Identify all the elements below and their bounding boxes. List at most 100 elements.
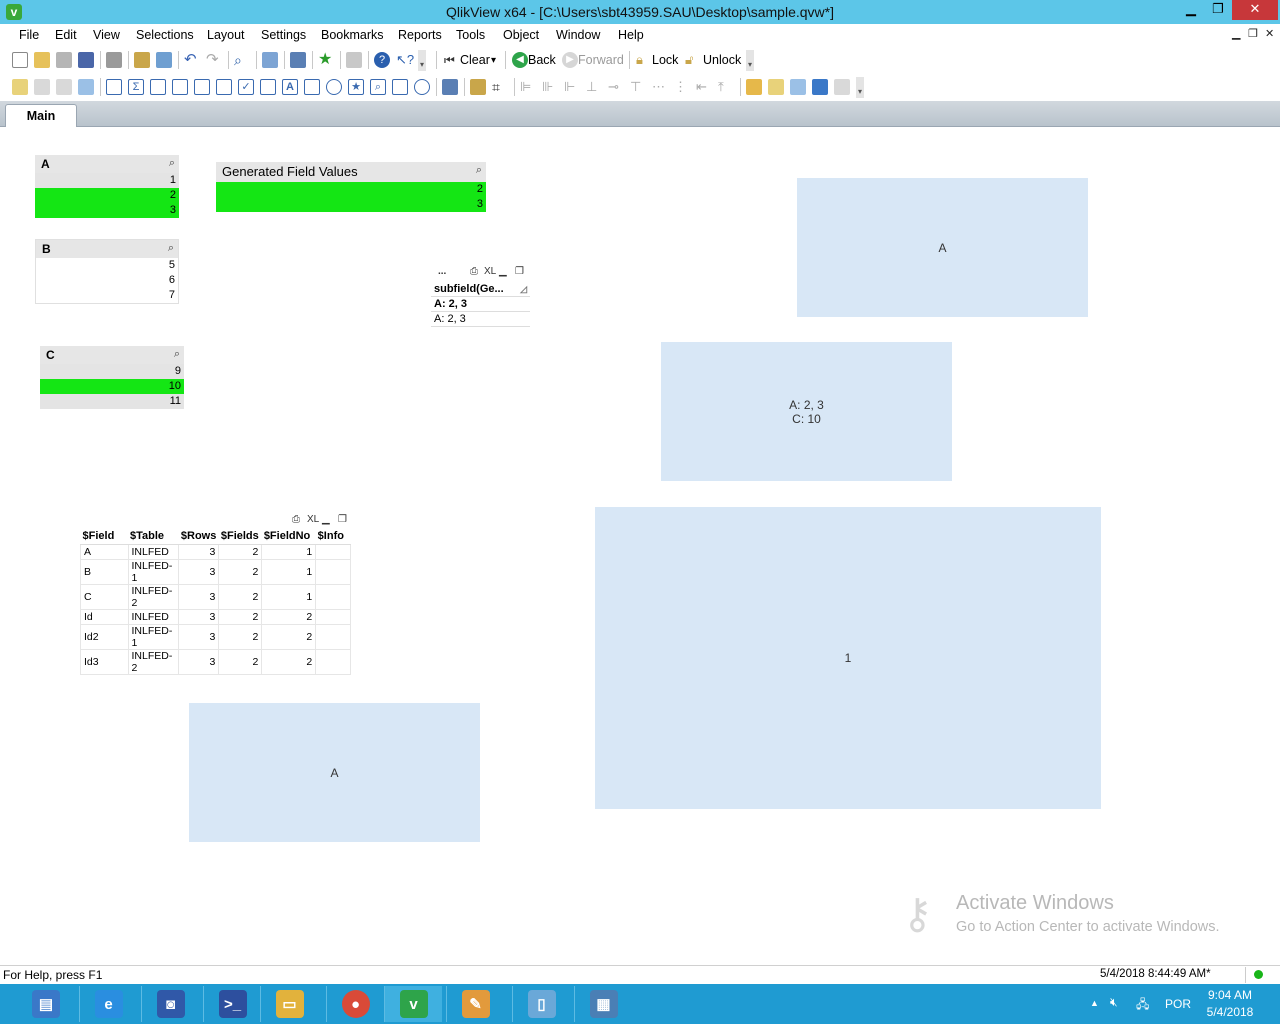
new-document-icon[interactable] [12,52,28,68]
edit-expression-icon[interactable] [790,79,806,95]
menu-bookmarks[interactable]: Bookmarks [321,28,384,42]
search-icon[interactable]: ⌕ [169,157,175,170]
align-bottom-icon[interactable]: ⊥ [586,79,602,95]
clock-time[interactable]: 9:04 AM [1195,988,1265,1002]
text-object-top-right[interactable]: A [797,178,1088,317]
subfield-table[interactable]: ... ⎙ XL ▁ ❐ subfield(Ge... ◿ A: 2, 3 A:… [431,264,530,330]
list-item[interactable]: 5 [36,258,178,273]
taskbar-server-manager[interactable]: ▤ [17,986,75,1022]
language-indicator[interactable]: POR [1165,997,1191,1011]
send-to-excel-button[interactable]: XL [307,514,319,525]
taskbar-task-manager[interactable]: ▦ [574,986,632,1022]
align-right-icon[interactable]: ⊩ [564,79,580,95]
multibox-tool-icon[interactable] [150,79,166,95]
maximize-button[interactable]: ❐ [1205,0,1231,20]
listbox-b[interactable]: B ⌕ 5 6 7 [35,239,179,304]
taskbar-remote-desktop[interactable]: ◙ [141,986,199,1022]
menu-layout[interactable]: Layout [207,28,245,42]
reload-icon[interactable] [56,52,72,68]
minimize-button[interactable]: ▁ [1178,0,1204,20]
list-item[interactable]: 3 [35,203,179,218]
edit-module-icon[interactable] [746,79,762,95]
list-item[interactable]: 7 [36,288,178,303]
table-cell[interactable] [315,558,351,585]
table-row[interactable]: C INLFED-2 3 2 1 [80,583,351,610]
close-button[interactable]: ✕ [1232,0,1278,20]
minimize-icon[interactable]: ▁ [322,514,330,525]
toolbar-overflow-grip[interactable]: ▾ [746,50,754,71]
document-minimize-button[interactable]: ▁ [1232,27,1240,40]
table-row[interactable]: Id3 INLFED-2 3 2 2 [80,648,351,675]
slider-tool-icon[interactable] [326,79,342,95]
maximize-icon[interactable]: ❐ [515,266,524,277]
space-horizontal-icon[interactable]: ⋯ [652,79,668,95]
text-object-tool-icon[interactable]: A [282,79,298,95]
report-editor-icon[interactable] [834,79,850,95]
chart-wizard-icon[interactable] [290,52,306,68]
listbox-tool-icon[interactable] [106,79,122,95]
print-icon[interactable] [106,52,122,68]
list-item[interactable]: 6 [36,273,178,288]
align-top-icon[interactable]: ⊤ [630,79,646,95]
line-arrow-tool-icon[interactable] [304,79,320,95]
toolbar-overflow-grip[interactable]: ▾ [856,77,864,98]
tray-overflow-chevron-icon[interactable]: ▲ [1090,998,1099,1008]
adjust-top-icon[interactable]: ⤒ [718,79,734,95]
align-left-icon[interactable]: ⊫ [520,79,536,95]
properties-icon[interactable] [346,52,362,68]
table-cell[interactable] [315,543,351,560]
open-folder-icon[interactable] [34,52,50,68]
save-icon[interactable] [78,52,94,68]
search-icon[interactable]: ⌕ [234,52,250,68]
menu-window[interactable]: Window [556,28,600,42]
toolbar-overflow-grip[interactable]: ▾ [418,50,426,71]
table-cell[interactable]: INLFED-2 [127,583,180,610]
menu-file[interactable]: File [19,28,39,42]
search-icon[interactable]: ⌕ [476,164,482,177]
menu-settings[interactable]: Settings [261,28,306,42]
table-cell[interactable]: INLFED-2 [127,648,180,675]
forward-button[interactable]: Forward [578,53,624,67]
search-object-tool-icon[interactable]: ⌕ [370,79,386,95]
table-cell[interactable]: INLFED [127,608,180,625]
sheet-properties-icon[interactable] [78,79,94,95]
table-cell[interactable]: 1 [261,558,317,585]
current-selections-icon[interactable] [262,52,278,68]
redo-icon[interactable]: ↷ [206,52,222,68]
reload-data-icon[interactable] [156,52,172,68]
table-row[interactable]: B INLFED-1 3 2 1 [80,558,351,585]
lock-button[interactable]: Lock [652,53,678,67]
table-cell[interactable]: 2 [261,648,317,675]
statistics-box-tool-icon[interactable]: Σ [128,79,144,95]
align-center-icon[interactable]: ⊪ [542,79,558,95]
taskbar-qlikview[interactable]: v [384,986,442,1022]
taskbar-powershell[interactable]: >_ [203,986,261,1022]
listbox-caption[interactable]: B ⌕ [36,240,178,258]
chart-wizard-icon[interactable] [442,79,458,95]
sheet-right-icon[interactable] [56,79,72,95]
chart-tool-icon[interactable] [194,79,210,95]
maximize-icon[interactable]: ❐ [338,514,347,525]
input-box-tool-icon[interactable] [216,79,232,95]
table-row[interactable]: Id INLFED 3 2 2 [80,608,351,625]
layout-grid-icon[interactable]: ⌗ [492,79,508,95]
clear-dropdown-chevron-icon[interactable]: ▾ [491,55,496,66]
taskbar-file-explorer[interactable]: ▭ [260,986,318,1022]
send-to-excel-button[interactable]: XL [484,266,496,277]
text-object-selections[interactable]: A: 2, 3 C: 10 [661,342,952,481]
back-button[interactable]: Back [528,53,556,67]
sheet-left-icon[interactable] [34,79,50,95]
menu-view[interactable]: View [93,28,120,42]
document-close-button[interactable]: ✕ [1265,27,1274,40]
listbox-a[interactable]: A ⌕ 1 2 3 [35,155,179,218]
listbox-caption[interactable]: C ⌕ [40,346,184,364]
object-menu-button[interactable]: ... [438,266,446,277]
undo-icon[interactable]: ↶ [184,52,200,68]
listbox-c[interactable]: C ⌕ 9 10 11 [40,346,184,409]
table-cell[interactable] [315,648,351,675]
taskbar-chrome[interactable]: ● [326,986,384,1022]
table-cell[interactable]: Id2 [80,623,129,650]
volume-muted-icon[interactable]: 🔇︎ [1110,995,1118,1010]
table-cell[interactable]: 1 [261,543,317,560]
menu-help[interactable]: Help [618,28,644,42]
